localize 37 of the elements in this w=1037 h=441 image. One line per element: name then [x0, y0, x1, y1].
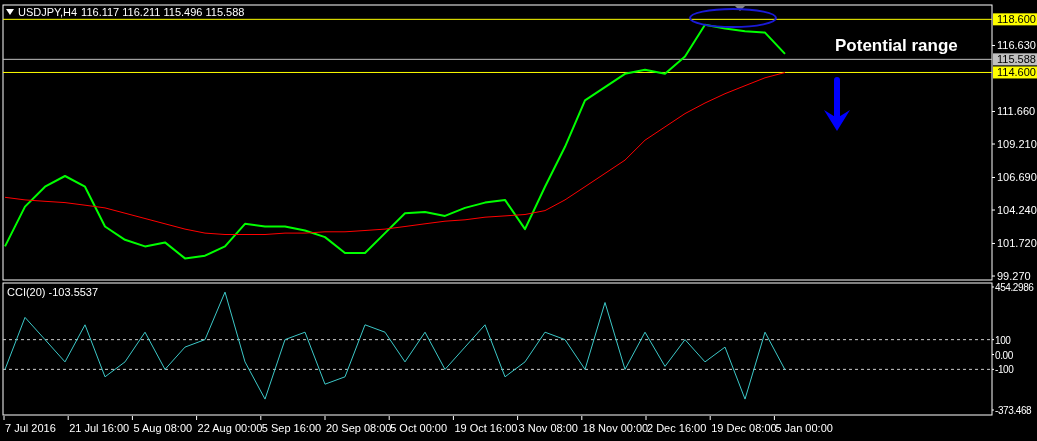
- time-axis-label: 19 Oct 16:00: [452, 416, 518, 434]
- axis-label: 116.630: [991, 39, 1036, 52]
- axis-label: 106.690: [991, 171, 1037, 184]
- price-badge: 114.600: [993, 66, 1037, 79]
- time-axis-label: 7 Jul 2016: [3, 416, 56, 434]
- y-tick-label: 0.00: [995, 349, 1014, 361]
- axis-label: 0.00: [991, 349, 1013, 361]
- axis-label: 100: [991, 334, 1011, 346]
- axis-label: 111.660: [991, 105, 1036, 118]
- time-axis-label: 20 Sep 08:00: [324, 416, 392, 434]
- time-axis-label: 5 Aug 08:00: [131, 416, 193, 434]
- y-tick-label: 99.270: [997, 270, 1031, 283]
- price-readout: 116.117 116.211 115.496 115.588: [81, 5, 245, 19]
- axis-label: 101.720: [991, 237, 1037, 250]
- y-tick-label: 100: [995, 334, 1012, 346]
- price-badge: 118.600: [993, 13, 1037, 26]
- time-axis-label: 3 Nov 08:00: [517, 416, 578, 434]
- axis-label: -100: [991, 364, 1014, 376]
- time-axis-label: 18 Nov 00:00: [581, 416, 649, 434]
- axis-label: 99.270: [991, 270, 1031, 281]
- time-axis-label: 19 Dec 08:00: [709, 416, 777, 434]
- dropdown-triangle-icon[interactable]: [6, 9, 14, 15]
- time-axis-label: 22 Aug 00:00: [196, 416, 263, 434]
- y-tick-label: -100: [995, 364, 1015, 376]
- symbol-label: USDJPY,H4: [18, 5, 78, 19]
- indicator-label: CCI(20) -103.5537: [7, 285, 99, 299]
- axis-label: 454.2986: [991, 282, 1034, 293]
- price-badge: 115.588: [993, 53, 1037, 66]
- annotation-text: Potential range: [835, 36, 958, 55]
- axis-label: 109.210: [991, 138, 1037, 151]
- time-axis-label: 21 Jul 16:00: [67, 416, 130, 434]
- axis-label: -373.468: [991, 405, 1032, 416]
- down-arrow-icon: [824, 77, 850, 131]
- price-level-line[interactable]: [2, 58, 993, 60]
- shift-marker-icon[interactable]: [735, 6, 745, 11]
- y-tick-label: 104.240: [997, 204, 1037, 217]
- axis-label: 104.240: [991, 204, 1037, 216]
